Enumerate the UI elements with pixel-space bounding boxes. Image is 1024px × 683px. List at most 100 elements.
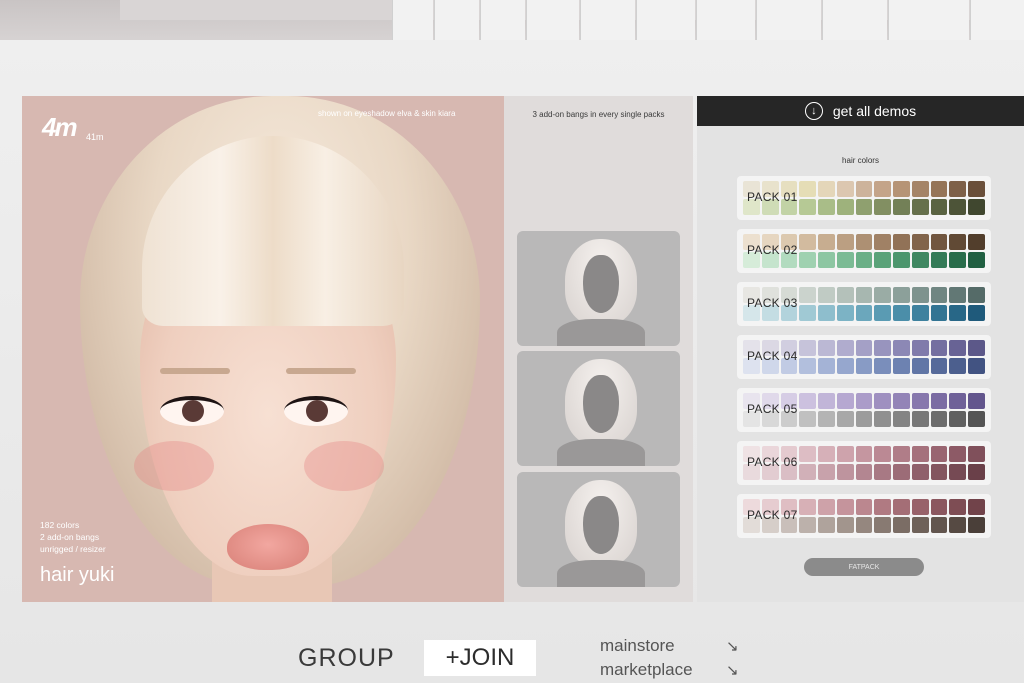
color-swatch[interactable]: [818, 464, 835, 480]
color-swatch[interactable]: [893, 252, 910, 268]
color-swatch[interactable]: [968, 358, 985, 374]
color-swatch[interactable]: [911, 411, 929, 427]
color-swatch[interactable]: [799, 234, 817, 250]
color-swatch[interactable]: [949, 252, 967, 268]
color-swatch[interactable]: [968, 340, 985, 356]
mainstore-link[interactable]: mainstore: [600, 636, 675, 656]
color-swatch[interactable]: [855, 446, 873, 462]
color-swatch[interactable]: [836, 411, 854, 427]
color-swatch[interactable]: [836, 199, 854, 215]
color-swatch[interactable]: [968, 287, 985, 303]
color-swatch[interactable]: [836, 464, 854, 480]
color-swatch[interactable]: [818, 517, 835, 533]
color-swatch[interactable]: [949, 499, 967, 515]
color-swatch[interactable]: [874, 446, 892, 462]
color-swatch[interactable]: [893, 411, 910, 427]
color-swatch[interactable]: [968, 252, 985, 268]
color-swatch[interactable]: [874, 517, 892, 533]
color-swatch[interactable]: [949, 446, 967, 462]
color-swatch[interactable]: [874, 181, 892, 197]
pack-07[interactable]: PACK 07: [737, 494, 991, 538]
color-swatch[interactable]: [818, 287, 835, 303]
pack-02[interactable]: PACK 02: [737, 229, 991, 273]
color-swatch[interactable]: [949, 305, 967, 321]
color-swatch[interactable]: [968, 446, 985, 462]
color-swatch[interactable]: [930, 287, 948, 303]
color-swatch[interactable]: [818, 234, 835, 250]
color-swatch[interactable]: [949, 393, 967, 409]
color-swatch[interactable]: [874, 252, 892, 268]
color-swatch[interactable]: [968, 393, 985, 409]
color-swatch[interactable]: [968, 411, 985, 427]
color-swatch[interactable]: [949, 411, 967, 427]
color-swatch[interactable]: [874, 499, 892, 515]
color-swatch[interactable]: [968, 181, 985, 197]
arrow-down-right-icon[interactable]: ↘: [726, 661, 739, 679]
color-swatch[interactable]: [855, 340, 873, 356]
color-swatch[interactable]: [874, 234, 892, 250]
color-swatch[interactable]: [836, 358, 854, 374]
color-swatch[interactable]: [930, 358, 948, 374]
color-swatch[interactable]: [799, 411, 817, 427]
color-swatch[interactable]: [855, 199, 873, 215]
color-swatch[interactable]: [836, 499, 854, 515]
color-swatch[interactable]: [893, 199, 910, 215]
arrow-down-right-icon[interactable]: ↘: [726, 637, 739, 655]
color-swatch[interactable]: [799, 499, 817, 515]
color-swatch[interactable]: [968, 199, 985, 215]
color-swatch[interactable]: [930, 340, 948, 356]
color-swatch[interactable]: [836, 252, 854, 268]
color-swatch[interactable]: [836, 517, 854, 533]
color-swatch[interactable]: [836, 305, 854, 321]
color-swatch[interactable]: [911, 199, 929, 215]
color-swatch[interactable]: [911, 305, 929, 321]
color-swatch[interactable]: [799, 287, 817, 303]
color-swatch[interactable]: [874, 340, 892, 356]
color-swatch[interactable]: [874, 464, 892, 480]
color-swatch[interactable]: [893, 499, 910, 515]
color-swatch[interactable]: [911, 446, 929, 462]
color-swatch[interactable]: [949, 517, 967, 533]
color-swatch[interactable]: [893, 340, 910, 356]
color-swatch[interactable]: [836, 234, 854, 250]
color-swatch[interactable]: [911, 464, 929, 480]
color-swatch[interactable]: [968, 305, 985, 321]
bang-preview-2[interactable]: [517, 351, 680, 466]
color-swatch[interactable]: [818, 252, 835, 268]
color-swatch[interactable]: [818, 499, 835, 515]
color-swatch[interactable]: [911, 358, 929, 374]
color-swatch[interactable]: [818, 446, 835, 462]
color-swatch[interactable]: [893, 446, 910, 462]
pack-03[interactable]: PACK 03: [737, 282, 991, 326]
pack-01[interactable]: PACK 01: [737, 176, 991, 220]
color-swatch[interactable]: [893, 305, 910, 321]
bang-preview-3[interactable]: [517, 472, 680, 587]
color-swatch[interactable]: [911, 340, 929, 356]
color-swatch[interactable]: [836, 181, 854, 197]
color-swatch[interactable]: [855, 517, 873, 533]
color-swatch[interactable]: [855, 499, 873, 515]
color-swatch[interactable]: [874, 199, 892, 215]
color-swatch[interactable]: [874, 287, 892, 303]
color-swatch[interactable]: [949, 199, 967, 215]
marketplace-link[interactable]: marketplace: [600, 660, 693, 680]
color-swatch[interactable]: [855, 181, 873, 197]
color-swatch[interactable]: [799, 181, 817, 197]
color-swatch[interactable]: [836, 446, 854, 462]
color-swatch[interactable]: [818, 340, 835, 356]
color-swatch[interactable]: [949, 358, 967, 374]
color-swatch[interactable]: [818, 358, 835, 374]
color-swatch[interactable]: [911, 517, 929, 533]
color-swatch[interactable]: [949, 234, 967, 250]
color-swatch[interactable]: [799, 464, 817, 480]
color-swatch[interactable]: [930, 499, 948, 515]
color-swatch[interactable]: [930, 446, 948, 462]
color-swatch[interactable]: [949, 287, 967, 303]
color-swatch[interactable]: [799, 305, 817, 321]
color-swatch[interactable]: [968, 464, 985, 480]
color-swatch[interactable]: [799, 252, 817, 268]
color-swatch[interactable]: [874, 358, 892, 374]
color-swatch[interactable]: [855, 393, 873, 409]
color-swatch[interactable]: [799, 340, 817, 356]
color-swatch[interactable]: [799, 199, 817, 215]
